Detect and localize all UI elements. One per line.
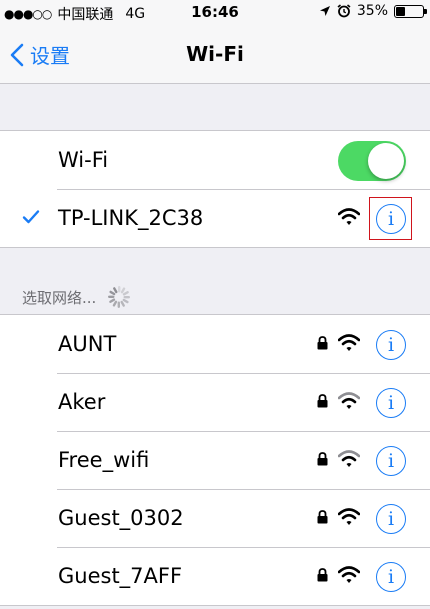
network-info-button[interactable]: i (376, 388, 406, 418)
network-name: Guest_7AFF (58, 564, 183, 588)
choose-network-header: 选取网络... (22, 284, 132, 310)
network-name: Guest_0302 (58, 506, 184, 530)
wifi-toggle-switch[interactable] (338, 141, 406, 181)
wifi-signal-icon (338, 392, 360, 409)
back-label: 设置 (30, 44, 70, 68)
carrier-name: 中国联通 (57, 7, 114, 23)
wifi-toggle-label: Wi-Fi (58, 148, 109, 172)
wifi-signal-icon (338, 508, 360, 525)
wifi-signal-icon (338, 566, 360, 583)
location-icon (319, 6, 330, 16)
lock-icon (317, 452, 328, 466)
chevron-left-icon (10, 43, 24, 66)
wifi-settings-group: Wi-Fi TP-LINK_2C38 i (0, 130, 430, 248)
network-row[interactable]: Free_wifi i (0, 431, 430, 489)
lock-icon (317, 510, 328, 524)
network-row[interactable]: Guest_0302 i (0, 489, 430, 547)
info-icon: i (387, 392, 395, 414)
info-icon: i (387, 334, 395, 356)
network-name: Free_wifi (58, 448, 150, 472)
info-icon: i (387, 450, 395, 472)
info-icon: i (387, 208, 395, 230)
network-row[interactable]: Guest_7AFF i (0, 547, 430, 605)
connected-network-row[interactable]: TP-LINK_2C38 i (0, 189, 430, 247)
lock-icon (317, 394, 328, 408)
navigation-bar: 设置 Wi-Fi (0, 26, 430, 84)
network-name: Aker (58, 390, 106, 414)
network-list: AUNT i Aker i Free_wifi i Guest_0302 i Guest_7AF… (0, 314, 430, 606)
network-row[interactable]: AUNT i (0, 315, 430, 373)
status-bar-right: 35% (319, 3, 427, 19)
network-type: 4G (125, 6, 146, 22)
info-icon: i (387, 508, 395, 530)
network-row[interactable]: Aker i (0, 373, 430, 431)
lock-icon (317, 568, 328, 582)
connected-network-name: TP-LINK_2C38 (58, 206, 204, 230)
loading-spinner-icon (108, 286, 131, 308)
network-info-button[interactable]: i (376, 330, 406, 360)
battery-percent: 35% (356, 3, 388, 19)
battery-icon (394, 4, 427, 18)
back-button[interactable]: 设置 (10, 40, 70, 69)
wifi-signal-icon (338, 208, 360, 225)
lock-icon (317, 336, 328, 350)
network-info-button[interactable]: i (376, 504, 406, 534)
wifi-signal-icon (338, 450, 360, 467)
toggle-knob (368, 143, 404, 179)
status-bar: ●●●○○ 中国联通 4G 16:46 35% (0, 0, 430, 26)
network-info-button[interactable]: i (376, 446, 406, 476)
alarm-icon (337, 4, 351, 18)
wifi-signal-icon (338, 334, 360, 351)
section-header-label: 选取网络... (22, 288, 97, 307)
signal-strength: ●●●○○ (4, 7, 52, 21)
battery-level (396, 6, 406, 16)
network-name: AUNT (58, 332, 117, 356)
network-info-button[interactable]: i (376, 562, 406, 592)
checkmark-icon (22, 210, 40, 224)
status-bar-left: ●●●○○ 中国联通 4G (4, 4, 145, 24)
info-icon: i (387, 566, 395, 588)
wifi-toggle-row: Wi-Fi (0, 131, 430, 189)
network-info-button[interactable]: i (376, 204, 406, 234)
